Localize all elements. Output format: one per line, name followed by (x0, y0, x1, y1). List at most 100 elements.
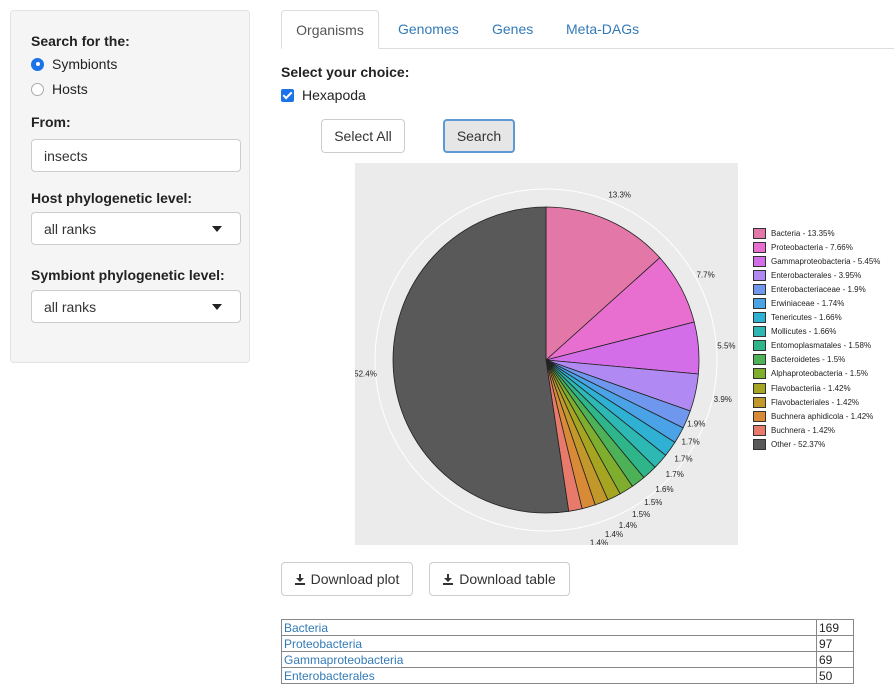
legend-label: Other - 52.37% (771, 439, 826, 449)
table-cell-name[interactable]: Proteobacteria (281, 635, 817, 652)
pie-label-6: 1.7% (674, 454, 692, 463)
legend-label: Buchnera - 1.42% (771, 425, 836, 435)
legend-swatch (753, 382, 766, 394)
select-choice-label: Select your choice: (281, 64, 410, 80)
radio-hosts-label: Hosts (52, 81, 88, 97)
host-level-label: Host phylogenetic level: (31, 190, 193, 206)
chevron-down-icon (212, 225, 222, 232)
tab-bar: Organisms Genomes Genes Meta-DAGs (281, 10, 894, 49)
host-level-value: all ranks (44, 220, 97, 237)
radio-selected-icon[interactable] (31, 57, 44, 71)
legend-swatch (753, 283, 766, 295)
legend-label: Mollicutes - 1.66% (771, 327, 837, 337)
legend-item-8: Entomoplasmatales - 1.58% (753, 339, 880, 353)
legend-swatch (753, 312, 766, 324)
symbiont-level-select[interactable]: all ranks (31, 290, 241, 323)
pie-label-13: 1.4% (590, 539, 608, 546)
pie-label-10: 1.5% (632, 510, 650, 519)
legend-label: Bacteroidetes - 1.5% (771, 355, 846, 365)
legend-label: Enterobacterales - 3.95% (771, 270, 862, 280)
pie-label-5: 1.7% (681, 438, 699, 447)
radio-symbionts[interactable]: Symbionts (31, 56, 117, 72)
legend-label: Enterobacteriaceae - 1.9% (771, 284, 866, 294)
table-cell-count: 169 (816, 619, 854, 636)
legend-swatch (753, 368, 766, 380)
download-icon (294, 574, 305, 585)
legend-item-5: Erwiniaceae - 1.74% (753, 296, 880, 310)
download-plot-button[interactable]: Download plot (281, 562, 413, 596)
legend-swatch (753, 298, 766, 310)
download-table-button[interactable]: Download table (429, 562, 570, 596)
legend-item-1: Proteobacteria - 7.66% (753, 240, 880, 254)
symbiont-level-value: all ranks (44, 298, 97, 315)
radio-unselected-icon[interactable] (31, 82, 44, 96)
legend-item-9: Bacteroidetes - 1.5% (753, 353, 880, 367)
legend-item-12: Flavobacteriales - 1.42% (753, 395, 880, 409)
hexapoda-label: Hexapoda (302, 87, 366, 103)
legend-label: Erwiniaceae - 1.74% (771, 299, 845, 309)
table-row: Proteobacteria 97 (281, 635, 854, 652)
legend-swatch (753, 227, 766, 239)
legend-label: Flavobacteriales - 1.42% (771, 397, 860, 407)
legend-swatch (753, 269, 766, 281)
legend-swatch (753, 438, 766, 450)
legend-swatch (753, 424, 766, 436)
legend-item-11: Flavobacteriia - 1.42% (753, 381, 880, 395)
hexapoda-checkbox-row[interactable]: Hexapoda (281, 87, 366, 103)
search-for-label: Search for the: (31, 33, 130, 49)
download-table-label: Download table (459, 571, 556, 587)
pie-label-1: 7.7% (696, 271, 714, 280)
pie-label-4: 1.9% (687, 419, 705, 428)
pie-label-2: 5.5% (717, 342, 735, 351)
table-row: Enterobacterales 50 (281, 667, 854, 684)
legend-item-7: Mollicutes - 1.66% (753, 325, 880, 339)
tab-meta-dags[interactable]: Meta-DAGs (566, 10, 639, 48)
legend-swatch (753, 326, 766, 338)
download-plot-label: Download plot (310, 571, 400, 587)
pie-chart: 13.3% 7.7% 5.5% 3.9% 1.9% 1.7% 1.7% 1.7% 1.6% 1.5… (355, 188, 736, 546)
table-cell-count: 50 (816, 667, 854, 684)
legend-label: Buchnera aphidicola - 1.42% (771, 411, 874, 421)
chart-legend: Bacteria - 13.35% Proteobacteria - 7.66% G… (753, 226, 880, 452)
download-icon (443, 574, 454, 585)
table-cell-name[interactable]: Bacteria (281, 619, 817, 636)
from-input[interactable]: insects (31, 139, 241, 172)
checkbox-checked-icon[interactable] (281, 88, 294, 102)
tab-genomes[interactable]: Genomes (398, 10, 459, 48)
legend-item-3: Enterobacterales - 3.95% (753, 268, 880, 282)
pie-label-7: 1.7% (666, 470, 684, 479)
search-button[interactable]: Search (443, 119, 515, 153)
tab-genes[interactable]: Genes (492, 10, 533, 48)
legend-swatch (753, 396, 766, 408)
legend-item-14: Buchnera - 1.42% (753, 423, 880, 437)
legend-label: Gammaproteobacteria - 5.45% (771, 256, 881, 266)
chevron-down-icon (212, 303, 222, 310)
pie-label-0: 13.3% (608, 191, 631, 200)
legend-item-0: Bacteria - 13.35% (753, 226, 880, 240)
table-cell-count: 69 (816, 651, 854, 668)
tab-organisms[interactable]: Organisms (281, 10, 379, 49)
host-level-select[interactable]: all ranks (31, 212, 241, 245)
legend-item-6: Tenericutes - 1.66% (753, 311, 880, 325)
legend-label: Bacteria - 13.35% (771, 228, 835, 238)
legend-swatch (753, 410, 766, 422)
from-label: From: (31, 114, 71, 130)
legend-swatch (753, 354, 766, 366)
sidebar-panel: Search for the: Symbionts Hosts From: in… (10, 10, 250, 363)
results-table: Bacteria 169 Proteobacteria 97 Gammaprot… (281, 619, 854, 684)
pie-label-15: 52.4% (355, 370, 377, 379)
table-cell-name[interactable]: Enterobacterales (281, 667, 817, 684)
radio-hosts[interactable]: Hosts (31, 81, 88, 97)
pie-slice-15 (392, 206, 570, 514)
pie-label-11: 1.4% (619, 521, 637, 530)
legend-item-4: Enterobacteriaceae - 1.9% (753, 282, 880, 296)
select-all-button[interactable]: Select All (321, 119, 405, 153)
table-row: Gammaproteobacteria 69 (281, 651, 854, 668)
table-cell-name[interactable]: Gammaproteobacteria (281, 651, 817, 668)
legend-item-2: Gammaproteobacteria - 5.45% (753, 254, 880, 268)
legend-item-13: Buchnera aphidicola - 1.42% (753, 409, 880, 423)
legend-label: Proteobacteria - 7.66% (771, 242, 853, 252)
legend-item-10: Alphaproteobacteria - 1.5% (753, 367, 880, 381)
table-row: Bacteria 169 (281, 619, 854, 636)
legend-label: Alphaproteobacteria - 1.5% (771, 369, 868, 379)
